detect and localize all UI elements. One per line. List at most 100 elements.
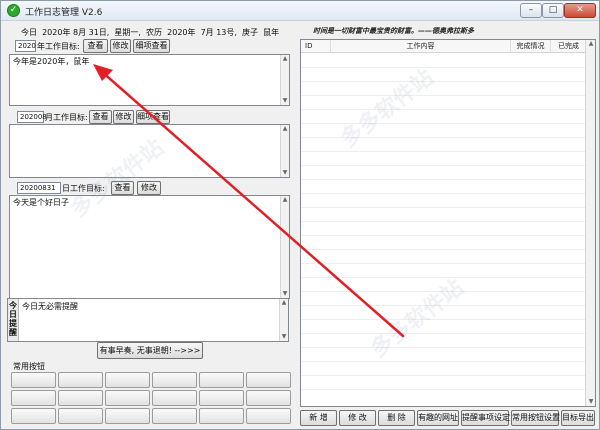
scroll-up-icon[interactable]: ▲	[282, 56, 288, 62]
table-row	[301, 95, 586, 96]
right-panel: 时间是一切财富中最宝贵的财富。——德奥弗拉斯多 ID 工作内容 完成情况 已完成	[297, 21, 600, 430]
reminder-settings-button[interactable]: 提醒事项设定	[461, 410, 510, 426]
month-view-button[interactable]: 查看	[89, 110, 112, 124]
table-row	[301, 207, 586, 208]
window-title: 工作日志管理 V2.6	[25, 8, 103, 18]
minimize-button[interactable]: –	[520, 3, 542, 18]
month-goal-label: 月工作目标:	[45, 113, 88, 122]
table-row	[301, 221, 586, 222]
add-button[interactable]: 新 增	[300, 410, 337, 426]
column-header-content[interactable]: 工作内容	[331, 40, 511, 53]
app-window: ✓ 工作日志管理 V2.6 – □ ✕ 今日 2020年 8月 31日, 星期一…	[0, 0, 600, 430]
common-button[interactable]	[58, 408, 103, 424]
table-scrollbar[interactable]: ▲ ▼	[585, 40, 595, 406]
reminder-text: 今日无必需提醒	[22, 302, 78, 311]
table-row	[301, 151, 586, 152]
day-edit-button[interactable]: 修改	[137, 181, 161, 195]
day-view-button[interactable]: 查看	[111, 181, 134, 195]
day-input[interactable]: 20200831	[17, 182, 61, 194]
month-edit-button[interactable]: 修改	[113, 110, 134, 124]
common-button[interactable]	[199, 408, 244, 424]
reminder-scrollbar[interactable]: ▲ ▼	[279, 299, 288, 341]
year-goal-textarea[interactable]: 今年是2020年，鼠年 ▲ ▼	[9, 54, 290, 106]
table-row	[301, 333, 586, 334]
common-button[interactable]	[11, 408, 56, 424]
fun-sites-button[interactable]: 有趣的网址	[417, 410, 459, 426]
title-bar: ✓ 工作日志管理 V2.6 – □ ✕	[1, 1, 599, 21]
table-row	[301, 235, 586, 236]
common-button[interactable]	[105, 372, 150, 388]
table-row	[301, 375, 586, 376]
table-row	[301, 165, 586, 166]
year-edit-button[interactable]: 修改	[110, 39, 131, 53]
common-button[interactable]	[246, 390, 291, 406]
table-row	[301, 109, 586, 110]
year-detail-button[interactable]: 细项查看	[133, 39, 170, 53]
common-button[interactable]	[152, 390, 197, 406]
scroll-up-icon[interactable]: ▲	[282, 126, 288, 132]
delete-button[interactable]: 删 除	[378, 410, 415, 426]
common-button[interactable]	[105, 408, 150, 424]
today-date: 今日 2020年 8月 31日, 星期一, 农历 2020年 7月 13号, 庚…	[21, 28, 280, 37]
month-detail-button[interactable]: 细项查看	[136, 110, 170, 124]
table-header: ID 工作内容 完成情况 已完成	[301, 40, 586, 53]
scroll-up-icon[interactable]: ▲	[281, 300, 287, 306]
scroll-down-icon[interactable]: ▼	[282, 170, 288, 176]
year-goal-text: 今年是2020年，鼠年	[13, 57, 90, 66]
common-button[interactable]	[152, 372, 197, 388]
day-goal-scrollbar[interactable]: ▲ ▼	[280, 196, 289, 298]
export-goals-button[interactable]: 目标导出	[561, 410, 595, 426]
scroll-up-icon[interactable]: ▲	[282, 197, 288, 203]
month-goal-scrollbar[interactable]: ▲ ▼	[280, 125, 289, 177]
common-button[interactable]	[11, 372, 56, 388]
app-check-icon: ✓	[7, 4, 20, 17]
common-button[interactable]	[58, 372, 103, 388]
motto-quote: 时间是一切财富中最宝贵的财富。——德奥弗拉斯多	[313, 27, 474, 35]
maximize-button[interactable]: □	[542, 3, 564, 18]
left-panel: 今日 2020年 8月 31日, 星期一, 农历 2020年 7月 13号, 庚…	[1, 21, 297, 430]
common-button[interactable]	[58, 390, 103, 406]
table-row	[301, 305, 586, 306]
table-row	[301, 67, 586, 68]
column-header-done[interactable]: 已完成	[551, 40, 586, 53]
scroll-down-icon[interactable]: ▼	[282, 291, 288, 297]
day-goal-label: 日工作目标:	[62, 184, 105, 193]
scroll-up-icon[interactable]: ▲	[588, 41, 594, 47]
table-row	[301, 361, 586, 362]
column-header-status[interactable]: 完成情况	[511, 40, 551, 53]
common-buttons-title: 常用按钮	[13, 362, 45, 371]
year-goal-label: 年工作目标:	[37, 42, 80, 51]
common-button[interactable]	[199, 372, 244, 388]
scroll-down-icon[interactable]: ▼	[588, 399, 594, 405]
common-button[interactable]	[152, 408, 197, 424]
table-row	[301, 291, 586, 292]
month-input[interactable]: 202008	[17, 111, 47, 123]
table-row	[301, 137, 586, 138]
common-button-settings-button[interactable]: 常用按钮设置	[511, 410, 560, 426]
table-row	[301, 347, 586, 348]
table-row	[301, 389, 586, 390]
table-row	[301, 193, 586, 194]
year-view-button[interactable]: 查看	[83, 39, 108, 53]
year-goal-scrollbar[interactable]: ▲ ▼	[280, 55, 289, 105]
column-header-id[interactable]: ID	[301, 40, 331, 53]
common-button[interactable]	[105, 390, 150, 406]
early-report-button[interactable]: 有事早奏, 无事退朝! -->>>	[97, 342, 203, 359]
common-button[interactable]	[199, 390, 244, 406]
common-button[interactable]	[246, 372, 291, 388]
table-row	[301, 249, 586, 250]
table-row	[301, 123, 586, 124]
day-goal-textarea[interactable]: 今天是个好日子 ▲ ▼	[9, 195, 290, 299]
month-goal-textarea[interactable]: ▲ ▼	[9, 124, 290, 178]
scroll-down-icon[interactable]: ▼	[282, 98, 288, 104]
close-button[interactable]: ✕	[564, 3, 596, 18]
scroll-down-icon[interactable]: ▼	[281, 334, 287, 340]
today-reminder-box[interactable]: 今日提醒 今日无必需提醒 ▲ ▼	[7, 298, 289, 342]
common-button[interactable]	[11, 390, 56, 406]
edit-button[interactable]: 修 改	[339, 410, 376, 426]
table-row	[301, 81, 586, 82]
year-input[interactable]: 2020	[15, 40, 36, 52]
reminder-label: 今日提醒	[8, 299, 19, 341]
work-log-table[interactable]: ID 工作内容 完成情况 已完成 ▲ ▼	[300, 39, 596, 407]
common-button[interactable]	[246, 408, 291, 424]
